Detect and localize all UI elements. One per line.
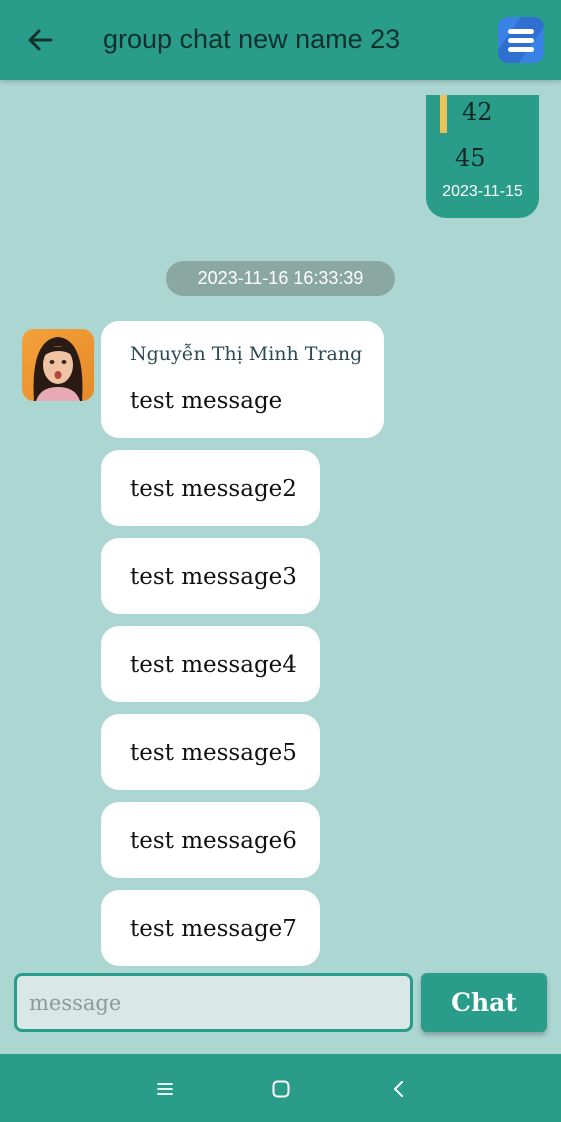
message-text: test message	[130, 388, 283, 414]
message-bubble[interactable]: test message4	[101, 626, 320, 702]
message-text: 45	[455, 144, 486, 172]
reply-indicator-bar	[440, 95, 447, 133]
back-icon	[394, 1081, 403, 1097]
message-bubble[interactable]: test message3	[101, 538, 320, 614]
top-app-bar: group chat new name 23	[0, 0, 561, 80]
back-button[interactable]	[22, 22, 58, 58]
message-timestamp: 2023-11-15	[442, 183, 523, 200]
message-text: test message3	[130, 564, 297, 590]
message-text: test message7	[130, 916, 297, 942]
message-text: test message5	[130, 740, 297, 766]
message-input[interactable]	[14, 973, 413, 1032]
home-button[interactable]	[266, 1074, 296, 1104]
arrow-left-icon	[28, 29, 53, 51]
message-text: test message2	[130, 476, 297, 502]
sent-message-bubble[interactable]: 42 45 2023-11-15	[426, 95, 539, 218]
system-navigation-bar	[0, 1054, 561, 1122]
reply-quote-text: 42	[462, 98, 493, 126]
message-bubble[interactable]: test message5	[101, 714, 320, 790]
avatar[interactable]	[22, 329, 94, 401]
message-bubble[interactable]: Nguyễn Thị Minh Trang test message	[101, 321, 384, 438]
date-separator: 2023-11-16 16:33:39	[166, 261, 395, 296]
menu-button[interactable]	[498, 17, 544, 63]
recent-apps-icon	[157, 1083, 173, 1095]
system-back-button[interactable]	[384, 1074, 414, 1104]
home-icon	[272, 1080, 290, 1098]
sender-name: Nguyễn Thị Minh Trang	[130, 343, 363, 365]
message-bubble[interactable]: test message7	[101, 890, 320, 966]
chat-title: group chat new name 23	[103, 24, 401, 54]
message-text: test message6	[130, 828, 297, 854]
message-text: test message4	[130, 652, 297, 678]
recent-apps-button[interactable]	[150, 1074, 180, 1104]
message-bubble[interactable]: test message6	[101, 802, 320, 878]
message-bubble[interactable]: test message2	[101, 450, 320, 526]
avatar-image	[22, 329, 94, 401]
send-chat-button[interactable]: Chat	[421, 973, 547, 1032]
